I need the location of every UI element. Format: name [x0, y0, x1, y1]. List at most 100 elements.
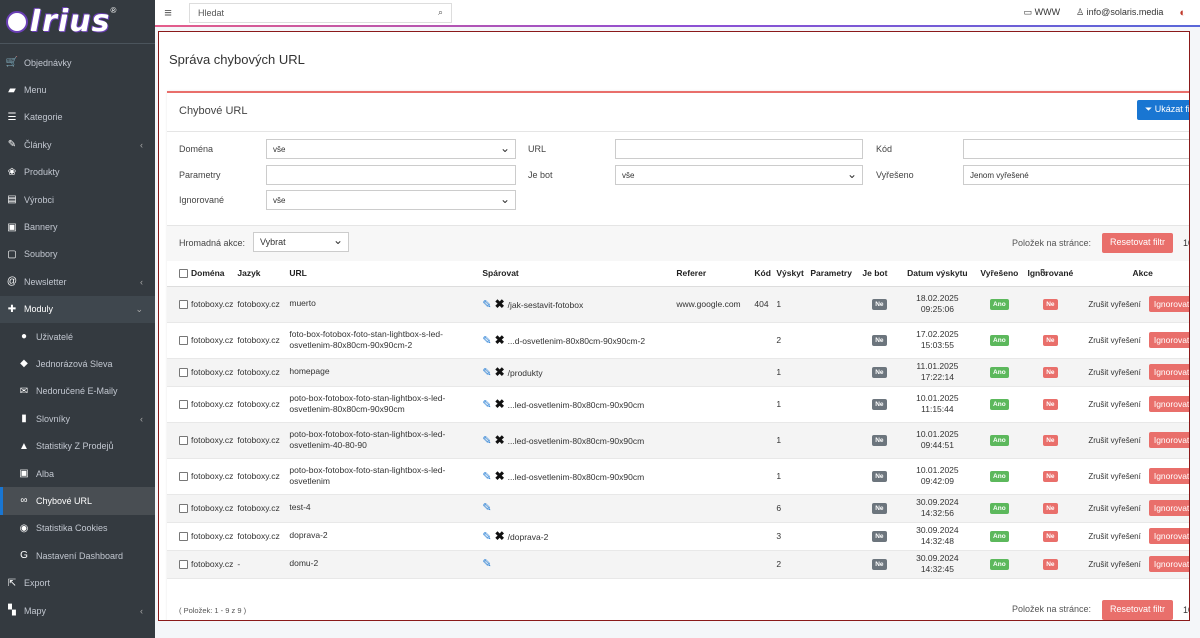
filter-parametry-input[interactable] — [266, 165, 516, 185]
sidebar-item-statistiky-z-prodej[interactable]: ▲ Statistiky Z Prodejů — [0, 432, 155, 459]
remove-x-icon[interactable]: ✖ — [495, 433, 505, 447]
domena-value: fotoboxy.cz — [191, 366, 234, 377]
row-checkbox[interactable] — [179, 368, 188, 378]
sidebar-item-export[interactable]: ⇱ Export — [0, 569, 155, 596]
filter-domena-select[interactable]: vše — [266, 139, 516, 159]
row-checkbox[interactable] — [179, 532, 188, 542]
sidebar-item-slovn-ky[interactable]: ▮ Slovníky ‹ — [0, 405, 155, 432]
col-domena[interactable]: Doména — [167, 261, 236, 287]
ignore-button[interactable]: Ignorovat — [1148, 296, 1189, 312]
bulk-action-select[interactable]: Vybrat — [253, 232, 349, 252]
sidebar-item-moduly[interactable]: ✚ Moduly ⌄ — [0, 295, 155, 323]
col-ignorovane[interactable]: Ignorované — [1022, 261, 1079, 287]
sidebar-item-menu[interactable]: ▰ Menu — [0, 76, 155, 103]
unresolve-link[interactable]: Zrušit vyřešení — [1088, 300, 1140, 309]
edit-pencil-icon[interactable]: ✎ — [482, 399, 491, 411]
user-menu[interactable]: ♙ info@solaris.media — [1076, 7, 1163, 18]
sidebar-item-nastaven-dashboard[interactable]: G Nastavení Dashboard — [0, 542, 155, 569]
col-vyskyt[interactable]: Výskyt — [774, 261, 809, 287]
remove-x-icon[interactable]: ✖ — [495, 333, 505, 347]
col-jazyk[interactable]: Jazyk — [235, 261, 288, 287]
col-vyreseno[interactable]: Vyřešeno — [976, 261, 1023, 287]
col-url[interactable]: URL — [287, 261, 481, 287]
sidebar-item-jednor-zov-sleva[interactable]: ◆ Jednorázová Sleva — [0, 350, 155, 377]
sidebar-item-v-robci[interactable]: ▤ Výrobci — [0, 186, 155, 213]
unresolve-link[interactable]: Zrušit vyřešení — [1088, 368, 1140, 377]
sidebar-item-mapy[interactable]: ▚ Mapy ‹ — [0, 597, 155, 624]
reset-filter-button[interactable]: Resetovat filtr — [1102, 233, 1174, 253]
cell-kod — [752, 550, 775, 579]
per-page-select[interactable]: 10 — [1183, 238, 1189, 248]
edit-pencil-icon[interactable]: ✎ — [482, 435, 491, 447]
row-checkbox[interactable] — [179, 560, 188, 570]
cell-sparovat: ✎ ✖/jak-sestavit-fotobox — [480, 286, 675, 323]
sidebar-item-bannery[interactable]: ▣ Bannery — [0, 213, 155, 240]
unresolve-link[interactable]: Zrušit vyřešení — [1088, 560, 1140, 569]
search-icon[interactable]: ⌕ — [438, 7, 443, 18]
ignore-button[interactable]: Ignorovat — [1148, 556, 1189, 572]
ignore-button[interactable]: Ignorovat — [1148, 528, 1189, 544]
filter-vyreseno-select[interactable]: Jenom vyřešené — [963, 165, 1189, 185]
remove-x-icon[interactable]: ✖ — [495, 397, 505, 411]
sidebar-item-u-ivatel[interactable]: ● Uživatelé — [0, 323, 155, 350]
filter-ignorovane-select[interactable]: vše — [266, 190, 516, 210]
edit-pencil-icon[interactable]: ✎ — [482, 558, 491, 570]
select-all-checkbox[interactable] — [179, 269, 188, 279]
row-checkbox[interactable] — [179, 300, 188, 310]
sidebar-item-soubory[interactable]: ▢ Soubory — [0, 241, 155, 268]
sidebar-item-nedoru-en-e-maily[interactable]: ✉ Nedoručené E-Maily — [0, 378, 155, 405]
filter-kod-input[interactable] — [963, 139, 1189, 159]
edit-pencil-icon[interactable]: ✎ — [482, 335, 491, 347]
row-checkbox[interactable] — [179, 472, 188, 482]
ignore-button[interactable]: Ignorovat — [1148, 468, 1189, 484]
edit-pencil-icon[interactable]: ✎ — [482, 471, 491, 483]
col-jebot[interactable]: Je bot — [860, 261, 899, 287]
unresolve-link[interactable]: Zrušit vyřešení — [1088, 336, 1140, 345]
ignore-button[interactable]: Ignorovat — [1148, 332, 1189, 348]
vyreseno-badge: Ano — [990, 435, 1009, 446]
edit-pencil-icon[interactable]: ✎ — [482, 531, 491, 543]
menu-toggle-icon[interactable]: ≡ — [155, 5, 181, 20]
row-checkbox[interactable] — [179, 504, 188, 514]
ignore-button[interactable]: Ignorovat — [1148, 364, 1189, 380]
row-checkbox[interactable] — [179, 400, 188, 410]
show-filter-button[interactable]: ⏷ Ukázat filtr — [1137, 100, 1189, 120]
footer-per-page-select[interactable]: 10 — [1183, 605, 1189, 615]
remove-x-icon[interactable]: ✖ — [495, 365, 505, 379]
remove-x-icon[interactable]: ✖ — [495, 469, 505, 483]
ignore-button[interactable]: Ignorovat — [1148, 432, 1189, 448]
search-input[interactable]: Hledat ⌕ — [189, 2, 452, 23]
sidebar-item-l-nky[interactable]: ✎ Články ‹ — [0, 131, 155, 158]
filter-url-input[interactable] — [615, 139, 863, 159]
sidebar-item-kategorie[interactable]: ☰ Kategorie — [0, 104, 155, 131]
footer-reset-filter-button[interactable]: Resetovat filtr — [1102, 600, 1174, 620]
unresolve-link[interactable]: Zrušit vyřešení — [1088, 472, 1140, 481]
sidebar-item-objedn-vky[interactable]: 🛒 Objednávky — [0, 49, 155, 76]
unresolve-link[interactable]: Zrušit vyřešení — [1088, 436, 1140, 445]
edit-pencil-icon[interactable]: ✎ — [482, 367, 491, 379]
col-referer[interactable]: Referer — [674, 261, 753, 287]
row-checkbox[interactable] — [179, 336, 188, 346]
logo[interactable]: Irius ® — [0, 0, 155, 44]
remove-x-icon[interactable]: ✖ — [495, 529, 505, 543]
edit-pencil-icon[interactable]: ✎ — [482, 299, 491, 311]
sidebar-item-newsletter[interactable]: @ Newsletter ‹ — [0, 268, 155, 295]
ignore-button[interactable]: Ignorovat — [1148, 396, 1189, 412]
language-icon[interactable]: ◐ — [1179, 7, 1186, 19]
sidebar-item-chybov-url[interactable]: ∞ Chybové URL — [0, 487, 155, 516]
unresolve-link[interactable]: Zrušit vyřešení — [1088, 532, 1140, 541]
ignore-button[interactable]: Ignorovat — [1148, 500, 1189, 516]
row-checkbox[interactable] — [179, 436, 188, 446]
edit-pencil-icon[interactable]: ✎ — [482, 502, 491, 514]
col-parametry[interactable]: Parametry — [808, 261, 861, 287]
col-kod[interactable]: Kód — [752, 261, 775, 287]
col-datum[interactable]: Datum výskytu — [898, 261, 977, 287]
sidebar-item-produkty[interactable]: ❀ Produkty — [0, 159, 155, 186]
unresolve-link[interactable]: Zrušit vyřešení — [1088, 400, 1140, 409]
unresolve-link[interactable]: Zrušit vyřešení — [1088, 504, 1140, 513]
www-link[interactable]: ▭ WWW — [1024, 7, 1061, 18]
sidebar-item-statistika-cookies[interactable]: ◉ Statistika Cookies — [0, 515, 155, 542]
filter-jebot-select[interactable]: vše — [615, 165, 863, 185]
sidebar-item-alba[interactable]: ▣ Alba — [0, 460, 155, 487]
remove-x-icon[interactable]: ✖ — [495, 297, 505, 311]
